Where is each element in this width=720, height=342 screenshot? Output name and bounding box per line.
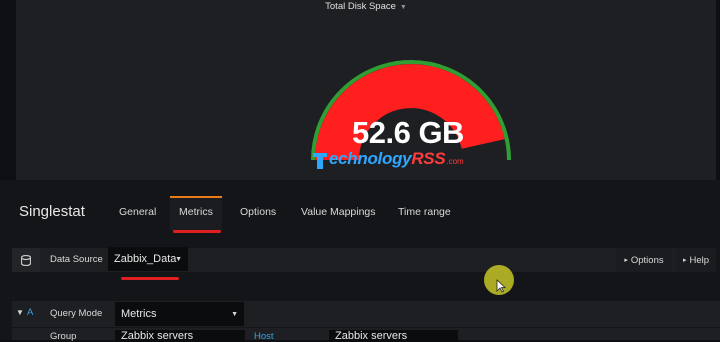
watermark-logo-icon bbox=[313, 153, 327, 169]
host-label: Host bbox=[254, 331, 274, 342]
caret-down-icon: ▼ bbox=[175, 255, 182, 263]
datasource-select[interactable]: Zabbix_Data ▼ bbox=[108, 247, 188, 271]
tab-value-mappings[interactable]: Value Mappings bbox=[301, 206, 376, 218]
datasource-value: Zabbix_Data bbox=[114, 253, 177, 265]
query-mode-label: Query Mode bbox=[50, 308, 103, 319]
caret-down-icon: ▼ bbox=[231, 310, 238, 318]
panel-type-label: Singlestat bbox=[19, 203, 85, 220]
tab-time-range[interactable]: Time range bbox=[398, 206, 451, 218]
tab-metrics[interactable]: Metrics bbox=[179, 206, 213, 218]
group-label: Group bbox=[50, 331, 77, 342]
datasource-label: Data Source bbox=[50, 254, 103, 265]
tab-general[interactable]: General bbox=[119, 206, 156, 218]
watermark-part1: echnology bbox=[329, 149, 412, 168]
query-mode-select[interactable]: Metrics ▼ bbox=[115, 302, 244, 326]
options-button[interactable]: ▸ Options bbox=[616, 248, 672, 272]
host-select[interactable]: Zabbix servers bbox=[329, 330, 458, 342]
metrics-tab-annotation-underline bbox=[173, 230, 221, 233]
watermark: echnologyRSS .com bbox=[313, 145, 464, 169]
options-label: Options bbox=[630, 254, 664, 266]
mouse-pointer-icon bbox=[496, 279, 506, 293]
watermark-part2: RSS bbox=[411, 149, 446, 168]
query-ref-id[interactable]: A bbox=[27, 307, 33, 318]
help-label: Help bbox=[689, 254, 710, 266]
group-value: Zabbix servers bbox=[121, 330, 194, 342]
group-select[interactable]: Zabbix servers bbox=[115, 330, 245, 342]
watermark-suffix: .com bbox=[446, 157, 464, 166]
collapse-query-icon[interactable]: ▼ bbox=[16, 308, 24, 317]
help-button[interactable]: ▸ Help bbox=[676, 248, 716, 272]
watermark-text: echnologyRSS bbox=[329, 149, 446, 169]
database-icon bbox=[12, 248, 40, 272]
database-icon-glyph bbox=[21, 254, 31, 266]
chevron-right-icon: ▸ bbox=[682, 257, 687, 264]
chevron-right-icon: ▸ bbox=[624, 257, 628, 264]
tab-options[interactable]: Options bbox=[240, 206, 276, 218]
query-mode-value: Metrics bbox=[121, 308, 157, 320]
host-value: Zabbix servers bbox=[335, 330, 408, 342]
datasource-annotation-underline bbox=[121, 277, 179, 280]
